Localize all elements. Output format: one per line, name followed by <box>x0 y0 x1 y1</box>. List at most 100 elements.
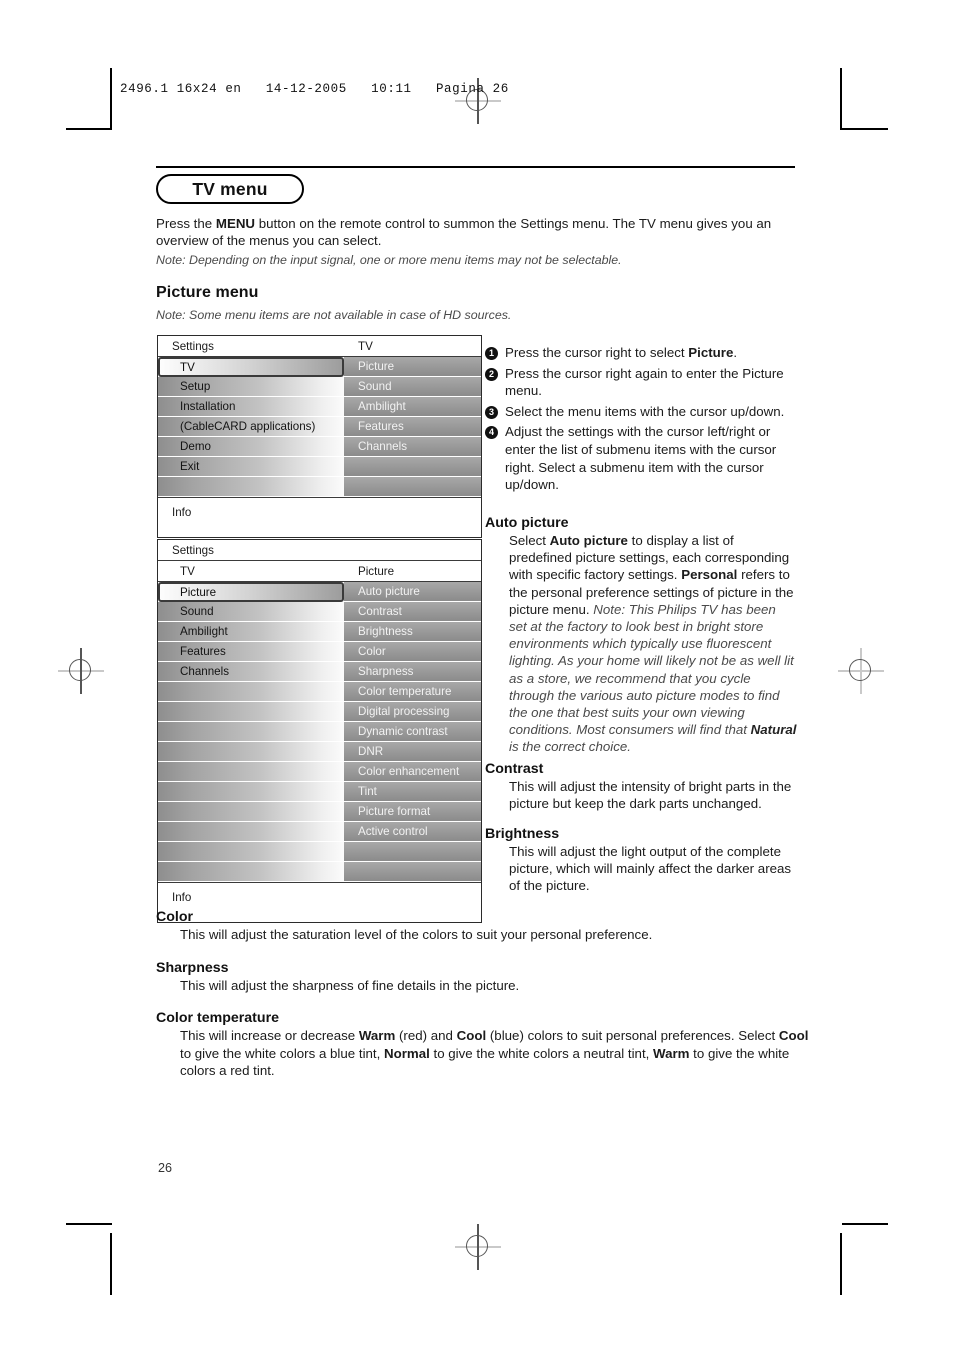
osd2-left-item-sound[interactable]: Sound <box>158 602 344 622</box>
osd2-left-item-features[interactable]: Features <box>158 642 344 662</box>
step-text-3: Select the menu items with the cursor up… <box>505 403 785 419</box>
osd2-left-item-channels[interactable]: Channels <box>158 662 344 682</box>
osd2-left-item-blank-9 <box>158 842 344 862</box>
osd2-right-item-contrast[interactable]: Contrast <box>344 602 481 622</box>
print-slug-line: 2496.1 16x24 en 14-12-2005 10:11 Pagina … <box>120 82 509 96</box>
registration-mark-bottom <box>455 1224 501 1270</box>
osd2-right-item-blank-2 <box>344 862 481 882</box>
osd2-right-item-picture-format[interactable]: Picture format <box>344 802 481 822</box>
osd2-right-item-color-temperature[interactable]: Color temperature <box>344 682 481 702</box>
osd2-right-item-active-control[interactable]: Active control <box>344 822 481 842</box>
osd2-right-item-dnr[interactable]: DNR <box>344 742 481 762</box>
osd2-right-item-tint[interactable]: Tint <box>344 782 481 802</box>
osd1-right-column: Picture Sound Ambilight Features Channel… <box>344 357 481 497</box>
auto-picture-p1-pre: Select <box>509 533 550 548</box>
step-text-2: Press the cursor right again to enter th… <box>505 365 784 399</box>
ct-i: to give the white colors a neutral tint, <box>429 1045 654 1061</box>
auto-picture-section: Auto picture Select Auto picture to disp… <box>485 515 797 756</box>
auto-picture-body: Select Auto picture to display a list of… <box>509 532 797 756</box>
title-rule <box>156 166 795 168</box>
osd2-left-item-blank-1 <box>158 682 344 702</box>
step-text-4: Adjust the settings with the cursor left… <box>505 424 777 493</box>
osd1-header: Settings TV <box>158 336 481 357</box>
auto-picture-p2-bold: Personal <box>681 567 738 583</box>
auto-picture-p1-bold: Auto picture <box>549 533 628 548</box>
intro-text-bold: MENU <box>215 216 256 231</box>
step-item-3: 3 Select the menu items with the cursor … <box>485 403 800 421</box>
osd1-left-item-cablecard[interactable]: (CableCARD applications) <box>158 417 344 437</box>
ct-f: Cool <box>778 1028 809 1043</box>
crop-mark-bottom-left-horizontal <box>66 1223 112 1225</box>
step-item-1: 1 Press the cursor right to select Pictu… <box>485 344 800 362</box>
osd1-left-item-tv[interactable]: TV <box>158 357 344 377</box>
step-1-bold: Picture <box>688 345 734 360</box>
auto-picture-note-bold: Natural <box>750 722 797 738</box>
osd2-right-item-brightness[interactable]: Brightness <box>344 622 481 642</box>
picture-menu-heading: Picture menu <box>156 284 259 301</box>
ct-h: Normal <box>384 1045 430 1061</box>
crop-mark-top-right-vertical <box>840 68 842 130</box>
osd2-left-item-blank-6 <box>158 782 344 802</box>
osd2-right-column: Auto picture Contrast Brightness Color S… <box>344 582 481 882</box>
color-temperature-section: Color temperature This will increase or … <box>156 1010 816 1080</box>
ct-e: (blue) colors to suit personal preferenc… <box>486 1028 779 1043</box>
contrast-body: This will adjust the intensity of bright… <box>509 779 792 812</box>
osd1-right-item-features[interactable]: Features <box>344 417 481 437</box>
osd2-right-item-sharpness[interactable]: Sharpness <box>344 662 481 682</box>
step-number-badge-3: 3 <box>485 405 498 419</box>
color-heading: Color <box>156 909 194 925</box>
osd1-right-item-sound[interactable]: Sound <box>344 377 481 397</box>
contrast-section: Contrast This will adjust the intensity … <box>485 761 797 812</box>
osd1-left-item-installation[interactable]: Installation <box>158 397 344 417</box>
osd2-right-item-dynamic-contrast[interactable]: Dynamic contrast <box>344 722 481 742</box>
color-body: This will adjust the saturation level of… <box>180 927 653 942</box>
osd1-left-item-exit[interactable]: Exit <box>158 457 344 477</box>
page-title: TV menu <box>156 174 304 204</box>
osd2-left-item-picture[interactable]: Picture <box>158 582 344 602</box>
step-text-1: Press the cursor right to select Picture… <box>505 344 737 362</box>
osd1-right-item-ambilight[interactable]: Ambilight <box>344 397 481 417</box>
step-item-4: 4 Adjust the settings with the cursor le… <box>485 423 800 493</box>
crop-mark-top-left-horizontal <box>66 128 112 130</box>
osd1-left-item-demo[interactable]: Demo <box>158 437 344 457</box>
osd2-right-item-color[interactable]: Color <box>344 642 481 662</box>
osd2-right-item-color-enhancement[interactable]: Color enhancement <box>344 762 481 782</box>
osd2-left-item-blank-7 <box>158 802 344 822</box>
osd1-right-item-channels[interactable]: Channels <box>344 437 481 457</box>
color-temperature-heading: Color temperature <box>156 1010 279 1026</box>
osd1-left-column: TV Setup Installation (CableCARD applica… <box>158 357 344 497</box>
osd1-right-item-blank-1 <box>344 457 481 477</box>
osd1-info-label: Info <box>172 506 192 519</box>
instruction-steps: 1 Press the cursor right to select Pictu… <box>485 344 800 497</box>
sharpness-section: Sharpness This will adjust the sharpness… <box>156 960 816 995</box>
ct-g: to give the white colors a blue tint, <box>180 1045 384 1061</box>
osd2-left-item-blank-10 <box>158 862 344 882</box>
registration-mark-right <box>838 648 884 694</box>
osd2-subheader-tv: TV <box>180 564 195 578</box>
osd1-right-item-picture[interactable]: Picture <box>344 357 481 377</box>
auto-picture-note-pre: Note: This Philips TV has been set at th… <box>509 601 794 738</box>
osd2-left-item-ambilight[interactable]: Ambilight <box>158 622 344 642</box>
osd2-left-item-blank-8 <box>158 822 344 842</box>
osd2-info-label: Info <box>172 891 192 904</box>
osd2-right-item-auto-picture[interactable]: Auto picture <box>344 582 481 602</box>
osd2-left-item-blank-5 <box>158 762 344 782</box>
sharpness-heading: Sharpness <box>156 960 229 976</box>
sharpness-body: This will adjust the sharpness of fine d… <box>180 978 520 993</box>
crop-mark-bottom-right-horizontal <box>842 1223 888 1225</box>
osd2-right-item-digital-processing[interactable]: Digital processing <box>344 702 481 722</box>
osd1-body: TV Setup Installation (CableCARD applica… <box>158 357 481 497</box>
auto-picture-note-post: is the correct choice. <box>509 739 631 755</box>
ct-j: Warm <box>653 1045 690 1061</box>
ct-a: This will increase or decrease <box>180 1028 359 1043</box>
osd2-header: Settings <box>158 540 481 561</box>
osd1-left-item-setup[interactable]: Setup <box>158 377 344 397</box>
osd1-header-tv: TV <box>358 339 373 353</box>
osd2-subheader-picture: Picture <box>358 564 395 578</box>
step-number-badge-2: 2 <box>485 367 498 381</box>
osd2-left-item-blank-4 <box>158 742 344 762</box>
crop-mark-top-right-horizontal <box>842 128 888 130</box>
osd2-header-settings: Settings <box>172 543 214 557</box>
crop-mark-top-left-vertical <box>110 68 112 130</box>
step-number-badge-1: 1 <box>485 347 498 360</box>
